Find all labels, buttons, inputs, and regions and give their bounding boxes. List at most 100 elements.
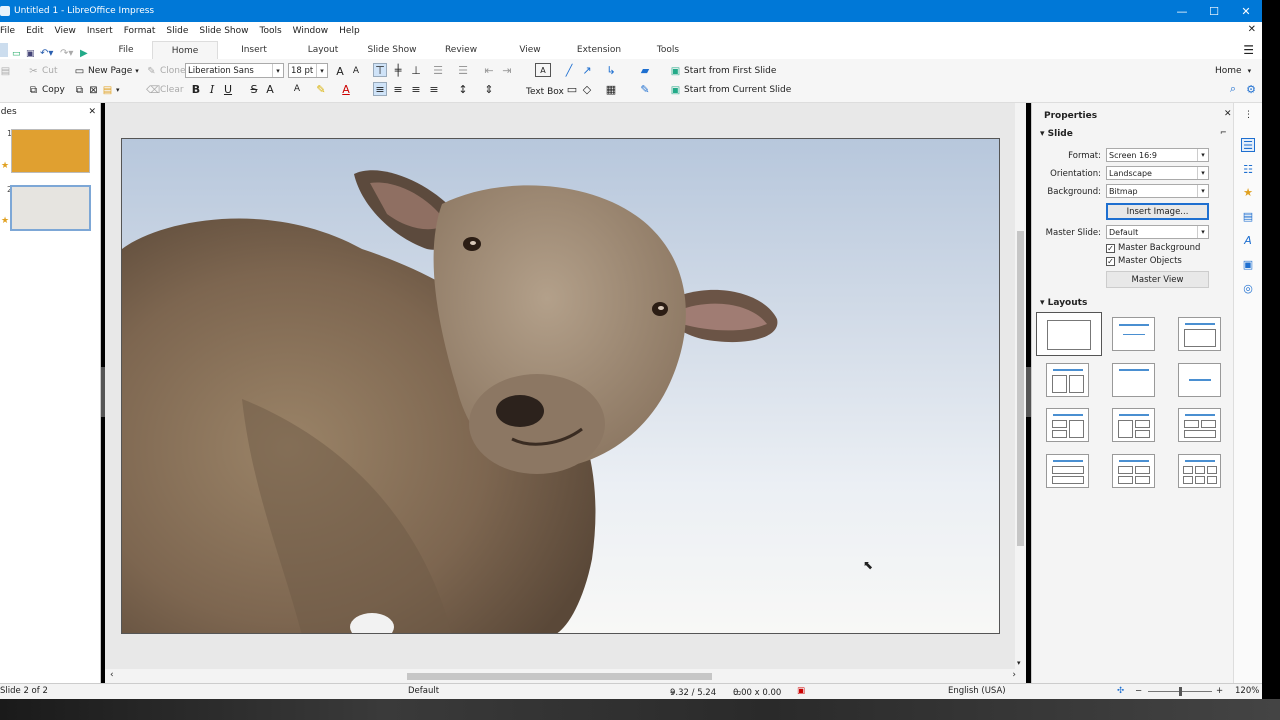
layout-title-only[interactable] xyxy=(1112,363,1155,397)
navigator-icon[interactable]: ◎ xyxy=(1241,281,1255,295)
find-icon[interactable]: ⌕ xyxy=(1226,82,1240,96)
tab-review[interactable]: Review xyxy=(428,41,494,59)
bullets-icon[interactable]: ☰ xyxy=(431,63,445,77)
diamond-icon[interactable]: ◇ xyxy=(580,82,594,96)
menu-slide-show[interactable]: Slide Show xyxy=(194,26,254,36)
undo-icon[interactable]: ↶▾ xyxy=(40,48,60,59)
copy-button[interactable]: ⧉ Copy xyxy=(28,82,65,98)
line-color-icon[interactable]: ✎ xyxy=(638,82,652,96)
slide-section-header[interactable]: ▾ Slide xyxy=(1040,129,1073,139)
format-select[interactable]: Screen 16:9 ▾ xyxy=(1106,148,1209,162)
settings-icon[interactable]: ⚙ xyxy=(1244,82,1258,96)
more-deck-icon[interactable]: ⋮ xyxy=(1244,110,1253,120)
italic-button[interactable]: I xyxy=(205,82,219,96)
clear-button[interactable]: ⌫ Clear xyxy=(146,82,184,98)
zoom-in-icon[interactable]: + xyxy=(1216,686,1223,696)
slide-thumbnail-1[interactable] xyxy=(11,129,90,173)
underline-button[interactable]: U xyxy=(221,82,235,96)
layout-title-2content-content[interactable] xyxy=(1046,408,1089,442)
menu-slide[interactable]: Slide xyxy=(161,26,194,36)
bold-button[interactable]: B xyxy=(189,82,203,96)
grow-font-button[interactable]: A xyxy=(333,64,347,78)
master-objects-checkbox[interactable]: ✓ Master Objects xyxy=(1106,256,1182,266)
tab-layout[interactable]: Layout xyxy=(290,41,356,59)
zoom-level[interactable]: 120% xyxy=(1235,686,1259,696)
more-options-icon[interactable]: ⌐ xyxy=(1220,128,1227,137)
text-box-icon[interactable]: A xyxy=(535,63,551,77)
layout-title-slide[interactable] xyxy=(1112,317,1155,351)
gallery-icon[interactable]: ▣ xyxy=(1241,257,1255,271)
layout-centered-text[interactable] xyxy=(1178,363,1221,397)
line-spacing-icon[interactable]: ↕ xyxy=(456,82,470,96)
master-background-checkbox[interactable]: ✓ Master Background xyxy=(1106,243,1200,253)
document-modified-icon[interactable]: ▣ xyxy=(797,686,805,696)
horizontal-scrollbar[interactable]: ‹ › xyxy=(105,669,1026,683)
menu-insert[interactable]: Insert xyxy=(82,26,119,36)
close-window-button[interactable]: ✕ xyxy=(1230,0,1262,22)
font-name-select[interactable]: Liberation Sans ▾ xyxy=(185,63,284,78)
tab-file[interactable]: File xyxy=(100,41,152,59)
font-size-select[interactable]: 18 pt ▾ xyxy=(288,63,328,78)
paste-button[interactable]: ▤ xyxy=(0,63,14,79)
slide-transition-icon[interactable]: ☷ xyxy=(1241,162,1255,176)
strikethrough-button[interactable]: S xyxy=(247,82,261,96)
tab-extension[interactable]: Extension xyxy=(566,41,632,59)
menu-window[interactable]: Window xyxy=(288,26,335,36)
layout-title-content-2content[interactable] xyxy=(1112,408,1155,442)
save-icon[interactable]: ▣ xyxy=(26,49,40,59)
start-first-slide-button[interactable]: ▣ Start from First Slide xyxy=(670,63,777,79)
properties-deck-icon[interactable]: ☰ xyxy=(1241,138,1255,152)
align-middle-button[interactable]: ╪ xyxy=(391,63,405,77)
menu-file[interactable]: File xyxy=(0,26,21,36)
menu-edit[interactable]: Edit xyxy=(21,26,49,36)
slide-tools[interactable]: ⧉ ⊠ ▤ ▾ xyxy=(74,82,134,98)
redo-icon[interactable]: ↷▾ xyxy=(60,48,80,59)
tab-home[interactable]: Home xyxy=(152,41,218,59)
shrink-font-button[interactable]: A xyxy=(349,64,363,78)
master-slides-icon[interactable]: ▤ xyxy=(1241,209,1255,223)
layout-blank[interactable] xyxy=(1036,312,1102,356)
align-bottom-button[interactable]: ⊥ xyxy=(409,63,423,77)
background-select[interactable]: Bitmap ▾ xyxy=(1106,184,1209,198)
layouts-section-header[interactable]: ▾ Layouts xyxy=(1040,298,1087,308)
layout-title-content[interactable] xyxy=(1178,317,1221,351)
close-sidebar-icon[interactable]: ✕ xyxy=(1224,109,1232,119)
start-current-slide-button[interactable]: ▣ Start from Current Slide xyxy=(670,82,792,98)
start-show-icon[interactable]: ▶ xyxy=(80,48,100,59)
scroll-down-icon[interactable]: ▾ xyxy=(1017,659,1021,667)
case-button[interactable]: A xyxy=(290,82,304,96)
close-pane-icon[interactable]: ✕ xyxy=(88,107,96,117)
orientation-select[interactable]: Landscape ▾ xyxy=(1106,166,1209,180)
curve-icon[interactable]: ↗ xyxy=(580,63,594,77)
shadow-button[interactable]: A xyxy=(263,82,277,96)
open-icon[interactable]: ▭ xyxy=(12,49,26,59)
align-top-button[interactable]: ⊤ xyxy=(373,63,387,77)
slide-thumbnail-2[interactable] xyxy=(10,185,91,231)
menu-format[interactable]: Format xyxy=(119,26,162,36)
align-left-button[interactable]: ≡ xyxy=(373,82,387,96)
shapes-icon[interactable]: ▦ xyxy=(604,82,618,96)
outdent-icon[interactable]: ⇤ xyxy=(482,63,496,77)
insert-image-button[interactable]: Insert Image... xyxy=(1106,203,1209,220)
fit-slide-icon[interactable]: ✣ xyxy=(1117,686,1124,696)
quick-menu-icon[interactable] xyxy=(0,43,8,57)
font-color-button[interactable]: A xyxy=(339,82,353,96)
new-page-button[interactable]: ▭ New Page ▾ xyxy=(74,63,139,79)
layout-title-content-over-content[interactable] xyxy=(1046,454,1089,488)
home-dropdown[interactable]: Home ▾ xyxy=(1215,63,1251,79)
tab-slide-show[interactable]: Slide Show xyxy=(356,41,428,59)
minimize-button[interactable]: — xyxy=(1166,0,1198,22)
indent-icon[interactable]: ⇥ xyxy=(500,63,514,77)
maximize-button[interactable]: ☐ xyxy=(1198,0,1230,22)
styles-icon[interactable]: A xyxy=(1241,233,1255,247)
align-right-button[interactable]: ≡ xyxy=(409,82,423,96)
close-document-icon[interactable]: ✕ xyxy=(1248,24,1256,35)
justify-button[interactable]: ≡ xyxy=(427,82,441,96)
layout-title-2content-over[interactable] xyxy=(1178,408,1221,442)
layout-title-4-content[interactable] xyxy=(1112,454,1155,488)
master-slide-select[interactable]: Default ▾ xyxy=(1106,225,1209,239)
cut-button[interactable]: ✂ Cut xyxy=(28,63,57,79)
tab-tools[interactable]: Tools xyxy=(632,41,704,59)
paragraph-spacing-icon[interactable]: ⇕ xyxy=(482,82,496,96)
zoom-slider-knob[interactable] xyxy=(1179,687,1182,696)
